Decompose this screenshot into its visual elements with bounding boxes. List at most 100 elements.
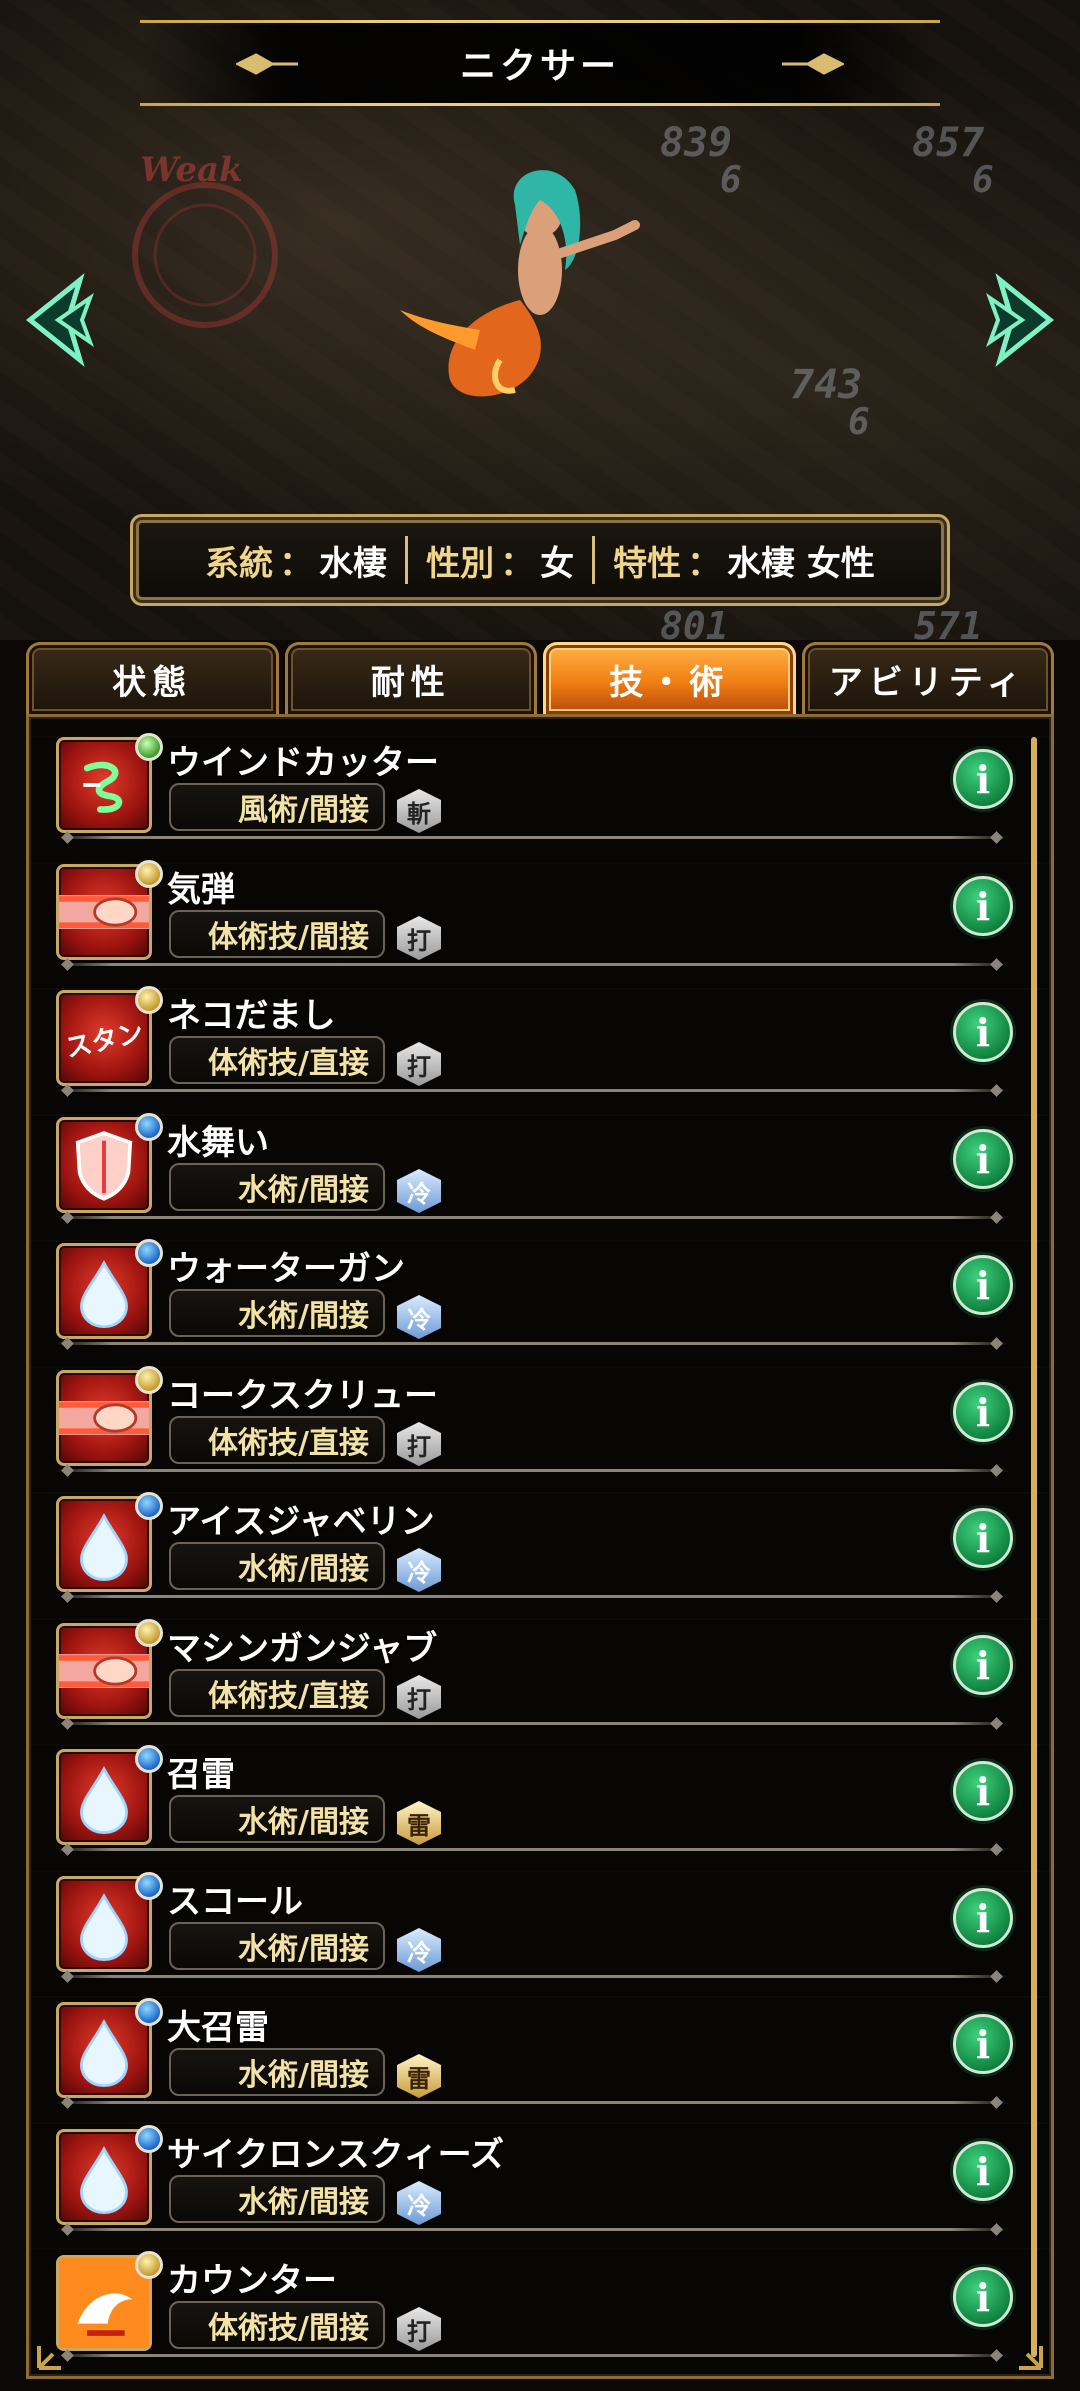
damage-type-icon: 打 [397, 1675, 441, 1719]
skill-row[interactable]: ウインドカッター 風術/間接斬 i [29, 717, 1029, 843]
skill-row[interactable]: ウォーターガン 水術/間接冷 i [29, 1223, 1029, 1349]
skill-name: ウォーターガン [167, 1249, 405, 1289]
row-divider [55, 1595, 1009, 1598]
title-ornament-icon [782, 53, 844, 75]
skill-category-badge-icon [135, 1113, 163, 1141]
row-divider [55, 836, 1009, 839]
skill-category-badge-icon [135, 2251, 163, 2279]
tab-resistance[interactable]: 耐性 [284, 642, 537, 714]
skill-row[interactable]: アイスジャベリン 水術/間接冷 i [29, 1476, 1029, 1602]
row-divider [55, 1216, 1009, 1219]
skill-list[interactable]: ウインドカッター 風術/間接斬 i 気弾 体術技/間接打 i スタン ネコだまし 体術技/直接打… [26, 714, 1054, 2379]
gender-value: 女 [540, 543, 575, 584]
skill-row[interactable]: 気弾 体術技/間接打 i [29, 844, 1029, 970]
skill-row[interactable]: カウンター 体術技/間接打 i [29, 2235, 1029, 2361]
enemy-sub-number: 6 [720, 160, 742, 201]
skill-category-badge-icon [135, 1619, 163, 1647]
skill-type-label: 水術/間接 [169, 1795, 385, 1843]
skill-category-badge-icon [135, 860, 163, 888]
skill-info-button[interactable]: i [953, 1888, 1013, 1948]
row-divider [55, 963, 1009, 966]
skill-type-label: 水術/間接 [169, 2048, 385, 2096]
skill-row[interactable]: スコール 水術/間接冷 i [29, 1856, 1029, 1982]
skill-category-badge-icon [135, 733, 163, 761]
skill-info-button[interactable]: i [953, 1508, 1013, 1568]
trait-info: 特性：水棲 女性 [595, 536, 893, 585]
skill-type-label: 水術/間接 [169, 2175, 385, 2223]
skill-name: 気弾 [167, 870, 235, 910]
skill-info-button[interactable]: i [953, 1255, 1013, 1315]
skill-type-label: 水術/間接 [169, 1922, 385, 1970]
skill-row[interactable]: サイクロンスクィーズ 水術/間接冷 i [29, 2109, 1029, 2235]
weak-target-ring-icon [132, 182, 278, 328]
skill-name: マシンガンジャブ [167, 1629, 438, 1669]
skill-category-badge-icon [135, 986, 163, 1014]
damage-type-icon: 打 [397, 916, 441, 960]
skill-row[interactable]: コークスクリュー 体術技/直接打 i [29, 1350, 1029, 1476]
skill-name: スコール [167, 1882, 303, 1922]
next-arrow-icon[interactable] [980, 270, 1060, 370]
row-divider [55, 2228, 1009, 2231]
enemy-sub-number: 6 [848, 402, 870, 443]
skill-name: 大召雷 [167, 2008, 269, 2048]
tab-abilities[interactable]: アビリティ [801, 642, 1054, 714]
svg-text:スタン: スタン [63, 1018, 146, 1064]
row-divider [55, 2354, 1009, 2357]
skill-info-button[interactable]: i [953, 1382, 1013, 1442]
detail-tabs: 状態 耐性 技・術 アビリティ [26, 642, 1054, 714]
skill-info-button[interactable]: i [953, 1635, 1013, 1695]
skill-info-button[interactable]: i [953, 1129, 1013, 1189]
damage-type-icon: 冷 [397, 1928, 441, 1972]
skill-name: アイスジャベリン [167, 1502, 435, 1542]
trait-value: 水棲 女性 [727, 543, 875, 584]
colon: ： [687, 543, 722, 584]
skill-name: 召雷 [167, 1755, 235, 1795]
skill-name: コークスクリュー [167, 1376, 438, 1416]
row-divider [55, 2101, 1009, 2104]
weak-label: Weak [140, 150, 243, 190]
damage-type-icon: 打 [397, 1042, 441, 1086]
corner-ornament-icon [1019, 2346, 1043, 2370]
skill-row[interactable]: 大召雷 水術/間接雷 i [29, 1982, 1029, 2108]
skill-type-label: 水術/間接 [169, 1163, 385, 1211]
skill-row[interactable]: 召雷 水術/間接雷 i [29, 1729, 1029, 1855]
skill-type-label: 水術/間接 [169, 1289, 385, 1337]
skill-category-badge-icon [135, 1366, 163, 1394]
skill-info-button[interactable]: i [953, 1002, 1013, 1062]
title-bar: ニクサー [140, 20, 940, 106]
skill-name: カウンター [167, 2261, 337, 2301]
skill-info-button[interactable]: i [953, 2014, 1013, 2074]
damage-type-icon: 斬 [397, 789, 441, 833]
previous-arrow-icon[interactable] [20, 270, 100, 370]
skill-type-label: 体術技/直接 [169, 1669, 385, 1717]
monster-name-title: ニクサー [459, 46, 620, 87]
enemy-hp-number: 801 [660, 604, 729, 640]
title-ornament-icon [236, 53, 298, 75]
skill-row[interactable]: マシンガンジャブ 体術技/直接打 i [29, 1603, 1029, 1729]
row-divider [55, 1342, 1009, 1345]
skill-info-button[interactable]: i [953, 2141, 1013, 2201]
scrollbar-thumb[interactable] [1031, 737, 1037, 2357]
skill-info-button[interactable]: i [953, 2267, 1013, 2327]
tab-status[interactable]: 状態 [26, 642, 279, 714]
row-divider [55, 1848, 1009, 1851]
skill-row[interactable]: 水舞い 水術/間接冷 i [29, 1097, 1029, 1223]
skill-info-button[interactable]: i [953, 749, 1013, 809]
enemy-sub-number: 6 [972, 160, 994, 201]
gender-info: 性別：女 [408, 536, 592, 585]
damage-type-icon: 冷 [397, 1295, 441, 1339]
corner-ornament-icon [37, 2346, 61, 2370]
skill-type-label: 体術技/間接 [169, 2301, 385, 2349]
monster-sprite-icon [400, 170, 640, 397]
lineage-value: 水棲 [319, 543, 388, 584]
skill-type-label: 体術技/直接 [169, 1416, 385, 1464]
skill-name: 水舞い [167, 1123, 269, 1163]
tab-skills[interactable]: 技・術 [543, 642, 796, 714]
skill-info-button[interactable]: i [953, 1761, 1013, 1821]
row-divider [55, 1975, 1009, 1978]
row-divider [55, 1089, 1009, 1092]
skill-info-button[interactable]: i [953, 876, 1013, 936]
skill-name: サイクロンスクィーズ [167, 2135, 504, 2175]
skill-row[interactable]: スタン ネコだまし 体術技/直接打 i [29, 970, 1029, 1096]
skill-name: ネコだまし [167, 996, 336, 1036]
